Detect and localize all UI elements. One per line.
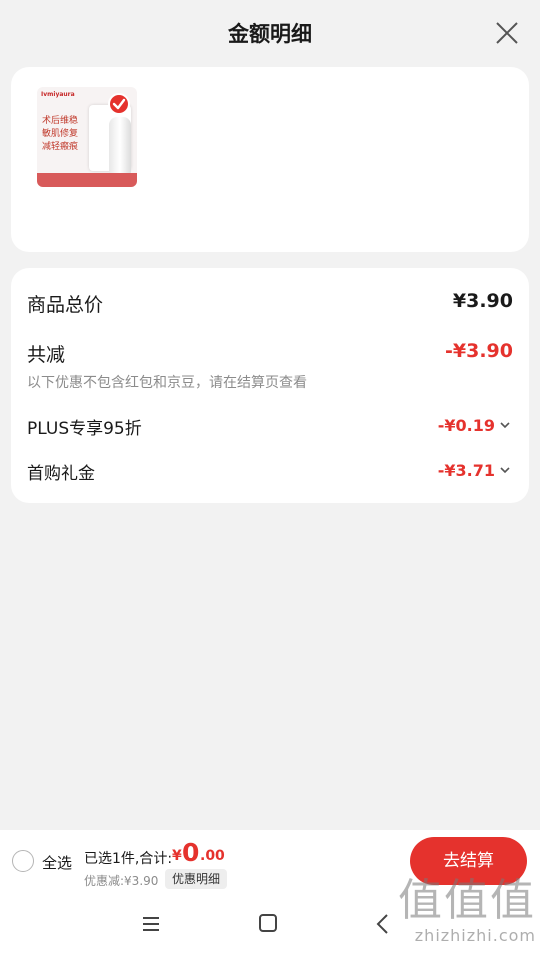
product-tube: [109, 117, 131, 175]
chevron-down-icon[interactable]: [499, 420, 511, 430]
product-brand: Ivmiyaura: [41, 91, 75, 98]
header: 金额明细: [0, 0, 540, 66]
home-icon[interactable]: [258, 913, 278, 933]
watermark: 值值值 zhizhizhi.com: [398, 875, 536, 946]
page-title: 金额明细: [228, 22, 312, 46]
total-currency: ¥: [172, 848, 182, 864]
select-all-label[interactable]: 全选: [42, 852, 72, 873]
selected-check-icon[interactable]: [108, 93, 130, 115]
watermark-logo: 值值值: [398, 875, 536, 926]
reduce-value: -¥3.90: [445, 340, 513, 362]
summary-card: 商品总价 ¥3.90 共减 -¥3.90 以下优惠不包含红包和京豆，请在结算页查…: [11, 268, 529, 503]
product-slogan-3: 减轻瘢痕: [42, 142, 79, 152]
discount-summary: 优惠减:¥3.90: [84, 874, 159, 888]
watermark-url: zhizhizhi.com: [414, 926, 536, 945]
product-slogan-2: 敏肌修复: [42, 129, 79, 139]
discount-detail-button[interactable]: 优惠明细: [165, 869, 228, 889]
chevron-down-icon[interactable]: [499, 465, 511, 475]
close-icon[interactable]: [494, 20, 520, 46]
selected-count: 已选1件,合计:: [84, 851, 173, 867]
back-icon[interactable]: [375, 913, 389, 935]
discount-label-plus: PLUS专享95折: [27, 419, 142, 439]
product-ribbon: [37, 173, 137, 187]
discount-label-first: 首购礼金: [27, 464, 95, 484]
menu-icon[interactable]: [141, 914, 161, 934]
discount-value-plus[interactable]: -¥0.19: [438, 416, 495, 435]
product-card: Ivmiyaura 术后维稳 敏肌修复 减轻瘢痕 ¥0 x1: [11, 67, 529, 296]
reduce-label: 共减: [27, 344, 66, 366]
discount-note: 以下优惠不包含红包和京豆，请在结算页查看: [27, 375, 307, 391]
product-slogan-1: 术后维稳: [42, 116, 79, 126]
total-label: 商品总价: [27, 294, 104, 316]
discount-value-first[interactable]: -¥3.71: [438, 461, 495, 480]
total-amount-int: 0: [182, 838, 200, 867]
total-value: ¥3.90: [452, 290, 513, 312]
select-all-radio[interactable]: [12, 850, 34, 872]
total-amount-dec: .00: [200, 848, 225, 864]
product-image[interactable]: Ivmiyaura 术后维稳 敏肌修复 减轻瘢痕: [37, 87, 137, 187]
